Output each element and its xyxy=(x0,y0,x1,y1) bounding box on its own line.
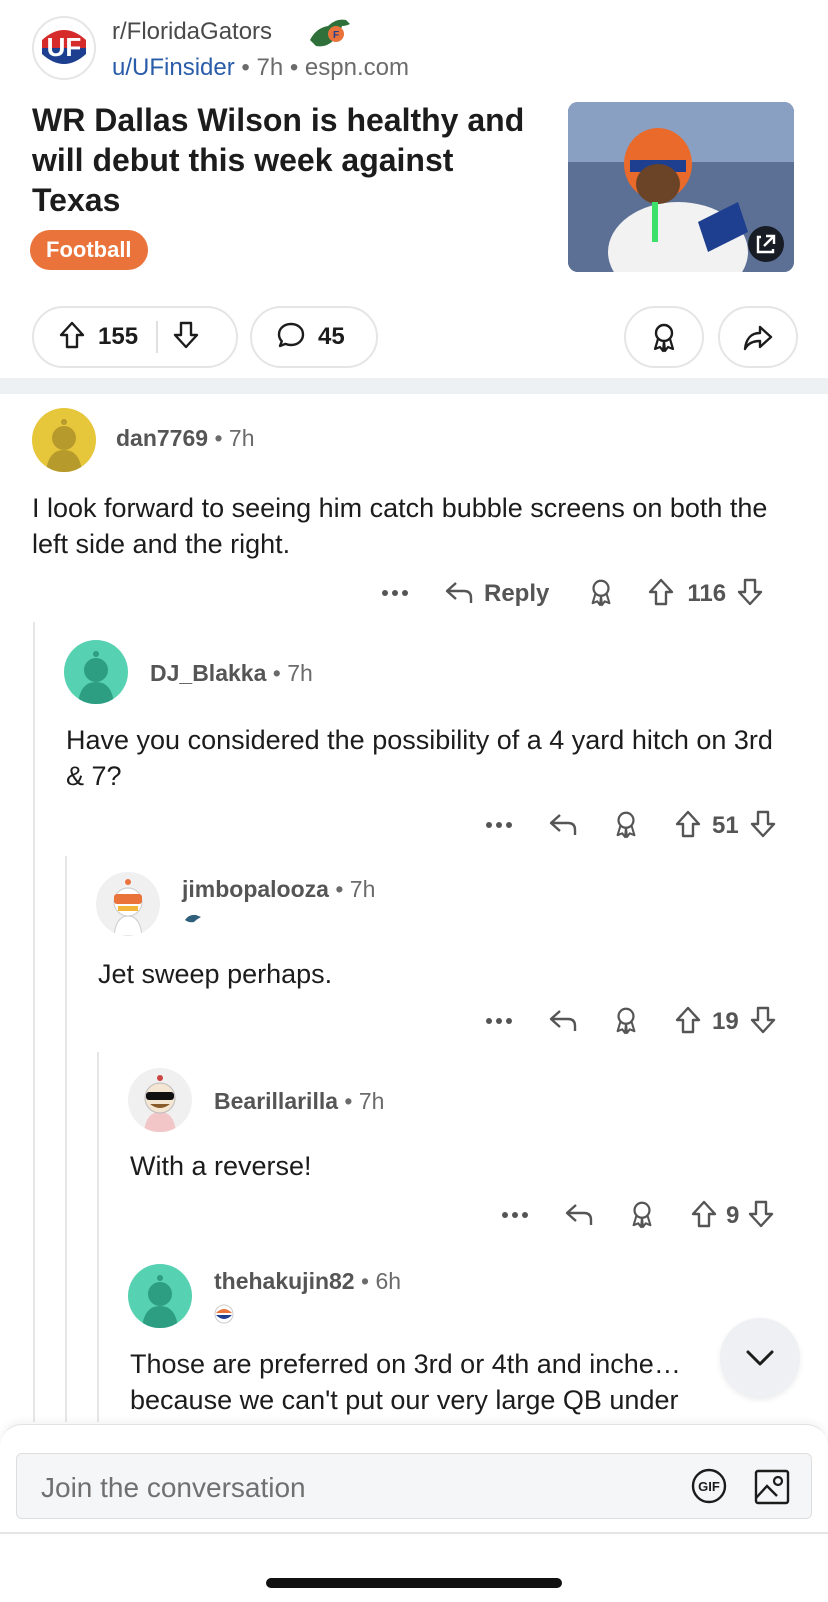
meta-separator: • xyxy=(289,54,299,81)
award-icon[interactable] xyxy=(628,1199,656,1234)
more-icon[interactable] xyxy=(484,817,514,835)
award-icon[interactable] xyxy=(612,809,640,844)
username[interactable]: jimbopalooza xyxy=(182,876,329,902)
scroll-next-button[interactable] xyxy=(720,1318,800,1398)
downvote-icon[interactable] xyxy=(749,1005,777,1040)
comment-composer: Join the conversation GIF xyxy=(0,1424,828,1534)
downvote-icon[interactable] xyxy=(736,577,764,612)
gator-flair-icon: F xyxy=(310,19,350,47)
thread-line[interactable] xyxy=(97,1052,99,1422)
more-icon[interactable] xyxy=(484,1013,514,1031)
upvote-icon[interactable] xyxy=(690,1199,718,1234)
comment-author[interactable]: Bearillarilla • 7h xyxy=(214,1088,384,1115)
upvote-icon[interactable] xyxy=(674,1005,702,1040)
username[interactable]: Bearillarilla xyxy=(214,1088,338,1114)
divider xyxy=(0,1532,828,1534)
gator-flair-icon xyxy=(185,914,201,923)
post-action-bar: 155 45 xyxy=(32,306,798,370)
username[interactable]: DJ_Blakka xyxy=(150,660,266,686)
comment-author[interactable]: jimbopalooza • 7h xyxy=(182,876,375,903)
comment-age: 7h xyxy=(228,425,255,451)
external-link-icon[interactable] xyxy=(748,226,784,262)
comment-actions: 9 xyxy=(500,1196,775,1236)
uf-flair-icon xyxy=(214,1304,234,1324)
svg-text:F: F xyxy=(333,30,339,41)
reply-icon[interactable] xyxy=(548,811,578,842)
downvote-icon[interactable] xyxy=(172,320,200,355)
comment-vote-count: 51 xyxy=(712,812,739,839)
comment-author[interactable]: dan7769 • 7h xyxy=(116,425,255,452)
comment-vote-count: 19 xyxy=(712,1008,739,1035)
image-icon[interactable] xyxy=(753,1468,791,1506)
downvote-icon[interactable] xyxy=(747,1199,775,1234)
subreddit-avatar[interactable]: UF xyxy=(32,16,96,80)
comment-age: 7h xyxy=(358,1088,385,1114)
upvote-icon[interactable] xyxy=(58,320,86,355)
post-meta: u/UFinsider • 7h • espn.com xyxy=(112,54,409,82)
section-separator xyxy=(0,378,828,394)
post-domain[interactable]: espn.com xyxy=(305,54,409,81)
comment-vote-count: 9 xyxy=(726,1202,740,1229)
gif-icon[interactable]: GIF xyxy=(689,1468,729,1504)
username[interactable]: thehakujin82 xyxy=(214,1268,355,1294)
svg-text:UF: UF xyxy=(47,32,82,62)
meta-separator: • xyxy=(241,54,250,81)
reply-button[interactable]: Reply xyxy=(484,580,549,608)
reply-icon[interactable] xyxy=(444,579,474,610)
comment-body: I look forward to seeing him catch bubbl… xyxy=(32,493,768,559)
post-title[interactable]: WR Dallas Wilson is healthy and will deb… xyxy=(32,100,542,220)
upvote-icon[interactable] xyxy=(647,577,675,612)
comment-actions: 51 xyxy=(484,806,777,846)
avatar[interactable] xyxy=(128,1068,192,1132)
comment-body: Have you considered the possibility of a… xyxy=(66,725,773,791)
comment-author[interactable]: thehakujin82 • 6h xyxy=(214,1268,401,1295)
comment-bubble-icon xyxy=(276,320,306,355)
comment-author[interactable]: DJ_Blakka • 7h xyxy=(150,660,313,687)
share-icon xyxy=(743,325,773,351)
comment-body: Those are preferred on 3rd or 4th and in… xyxy=(130,1349,681,1415)
comment-body: With a reverse! xyxy=(130,1151,312,1181)
comment-actions: Reply 116 xyxy=(380,574,764,614)
reply-icon[interactable] xyxy=(548,1007,578,1038)
comment-age: 7h xyxy=(349,876,376,902)
comment-input-placeholder: Join the conversation xyxy=(41,1472,306,1503)
gif-label: GIF xyxy=(698,1479,720,1494)
more-icon[interactable] xyxy=(380,585,410,603)
more-icon[interactable] xyxy=(500,1207,530,1225)
upvote-icon[interactable] xyxy=(674,809,702,844)
post-flair[interactable]: Football xyxy=(30,230,148,270)
reply-icon[interactable] xyxy=(564,1201,594,1232)
award-icon[interactable] xyxy=(612,1005,640,1040)
post-thumbnail[interactable] xyxy=(568,102,794,272)
avatar[interactable] xyxy=(32,408,96,472)
subreddit-name[interactable]: r/FloridaGators xyxy=(112,18,272,46)
username[interactable]: dan7769 xyxy=(116,425,208,451)
comment-age: 6h xyxy=(375,1268,402,1294)
thread-line[interactable] xyxy=(33,622,35,1422)
vote-divider xyxy=(156,321,159,353)
avatar[interactable] xyxy=(96,872,160,936)
chevron-down-icon xyxy=(746,1350,774,1366)
share-button[interactable] xyxy=(718,306,798,368)
comment-vote-count: 116 xyxy=(687,580,727,607)
post-vote-count: 155 xyxy=(98,323,139,350)
comment-input[interactable]: Join the conversation GIF xyxy=(16,1453,812,1519)
comment-count: 45 xyxy=(318,323,345,350)
post-author[interactable]: u/UFinsider xyxy=(112,54,235,81)
comments-button[interactable]: 45 xyxy=(250,306,378,368)
comment-actions: 19 xyxy=(484,1002,777,1042)
avatar[interactable] xyxy=(64,640,128,704)
comment-age: 7h xyxy=(287,660,313,686)
downvote-icon[interactable] xyxy=(749,809,777,844)
award-button[interactable] xyxy=(624,306,704,368)
home-indicator[interactable] xyxy=(266,1578,562,1588)
award-icon[interactable] xyxy=(587,577,615,612)
comment-body: Jet sweep perhaps. xyxy=(98,959,333,989)
avatar[interactable] xyxy=(128,1264,192,1328)
post-age: 7h xyxy=(256,54,284,81)
post-header: UF r/FloridaGators F u/UFinsider • 7h • … xyxy=(32,14,802,84)
thread-line[interactable] xyxy=(65,856,67,1422)
vote-control: 155 xyxy=(32,306,238,368)
award-icon xyxy=(653,323,675,353)
